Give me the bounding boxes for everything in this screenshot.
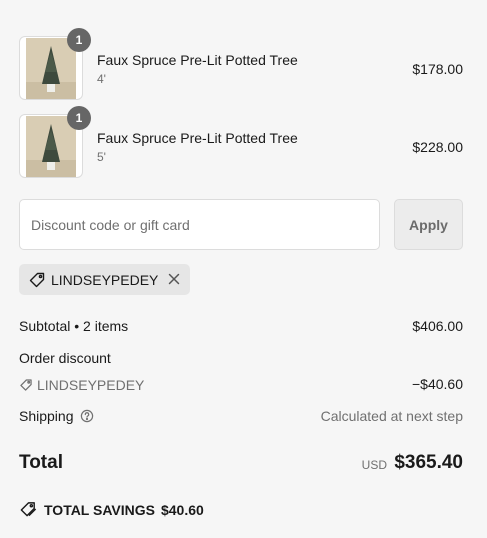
product-thumbnail: 1 <box>19 28 91 100</box>
total-amount: $365.40 <box>394 452 463 473</box>
total-savings: TOTAL SAVINGS $40.60 <box>19 500 204 519</box>
apply-discount-button[interactable]: Apply <box>394 199 463 250</box>
line-item: 1 Faux Spruce Pre-Lit Potted Tree 4' $17… <box>19 28 463 100</box>
product-title: Faux Spruce Pre-Lit Potted Tree <box>97 52 298 68</box>
order-discount-code: LINDSEYPEDEY <box>19 377 144 393</box>
close-icon[interactable] <box>165 270 183 288</box>
product-title: Faux Spruce Pre-Lit Potted Tree <box>97 130 298 146</box>
product-variant: 4' <box>97 72 106 86</box>
quantity-badge: 1 <box>67 28 91 52</box>
tags-icon <box>20 502 37 517</box>
subtotal-label: Subtotal • 2 items <box>19 318 129 334</box>
shipping-value: Calculated at next step <box>320 408 463 424</box>
applied-discount-chip: LINDSEYPEDEY <box>19 264 190 295</box>
product-thumbnail: 1 <box>19 106 91 178</box>
tag-icon <box>20 379 32 391</box>
order-discount-label: Order discount <box>19 350 111 366</box>
line-item: 1 Faux Spruce Pre-Lit Potted Tree 5' $22… <box>19 106 463 178</box>
order-discount-code-text: LINDSEYPEDEY <box>37 377 145 393</box>
shipping-row-label: Shipping <box>19 408 94 426</box>
quantity-badge: 1 <box>67 106 91 130</box>
total-savings-value: $40.60 <box>160 502 204 518</box>
discount-code-input[interactable] <box>19 199 380 250</box>
product-variant: 5' <box>97 150 106 164</box>
product-price: $178.00 <box>412 61 463 77</box>
currency-code: USD <box>361 458 387 472</box>
tag-icon <box>28 271 46 294</box>
order-discount-value: −$40.60 <box>412 376 463 392</box>
product-price: $228.00 <box>412 139 463 155</box>
applied-discount-code: LINDSEYPEDEY <box>51 272 159 288</box>
total-label: Total <box>19 452 63 473</box>
shipping-label: Shipping <box>19 408 74 424</box>
total-savings-label: TOTAL SAVINGS <box>44 502 155 518</box>
subtotal-value: $406.00 <box>412 318 463 334</box>
question-circle-icon[interactable] <box>80 409 94 426</box>
